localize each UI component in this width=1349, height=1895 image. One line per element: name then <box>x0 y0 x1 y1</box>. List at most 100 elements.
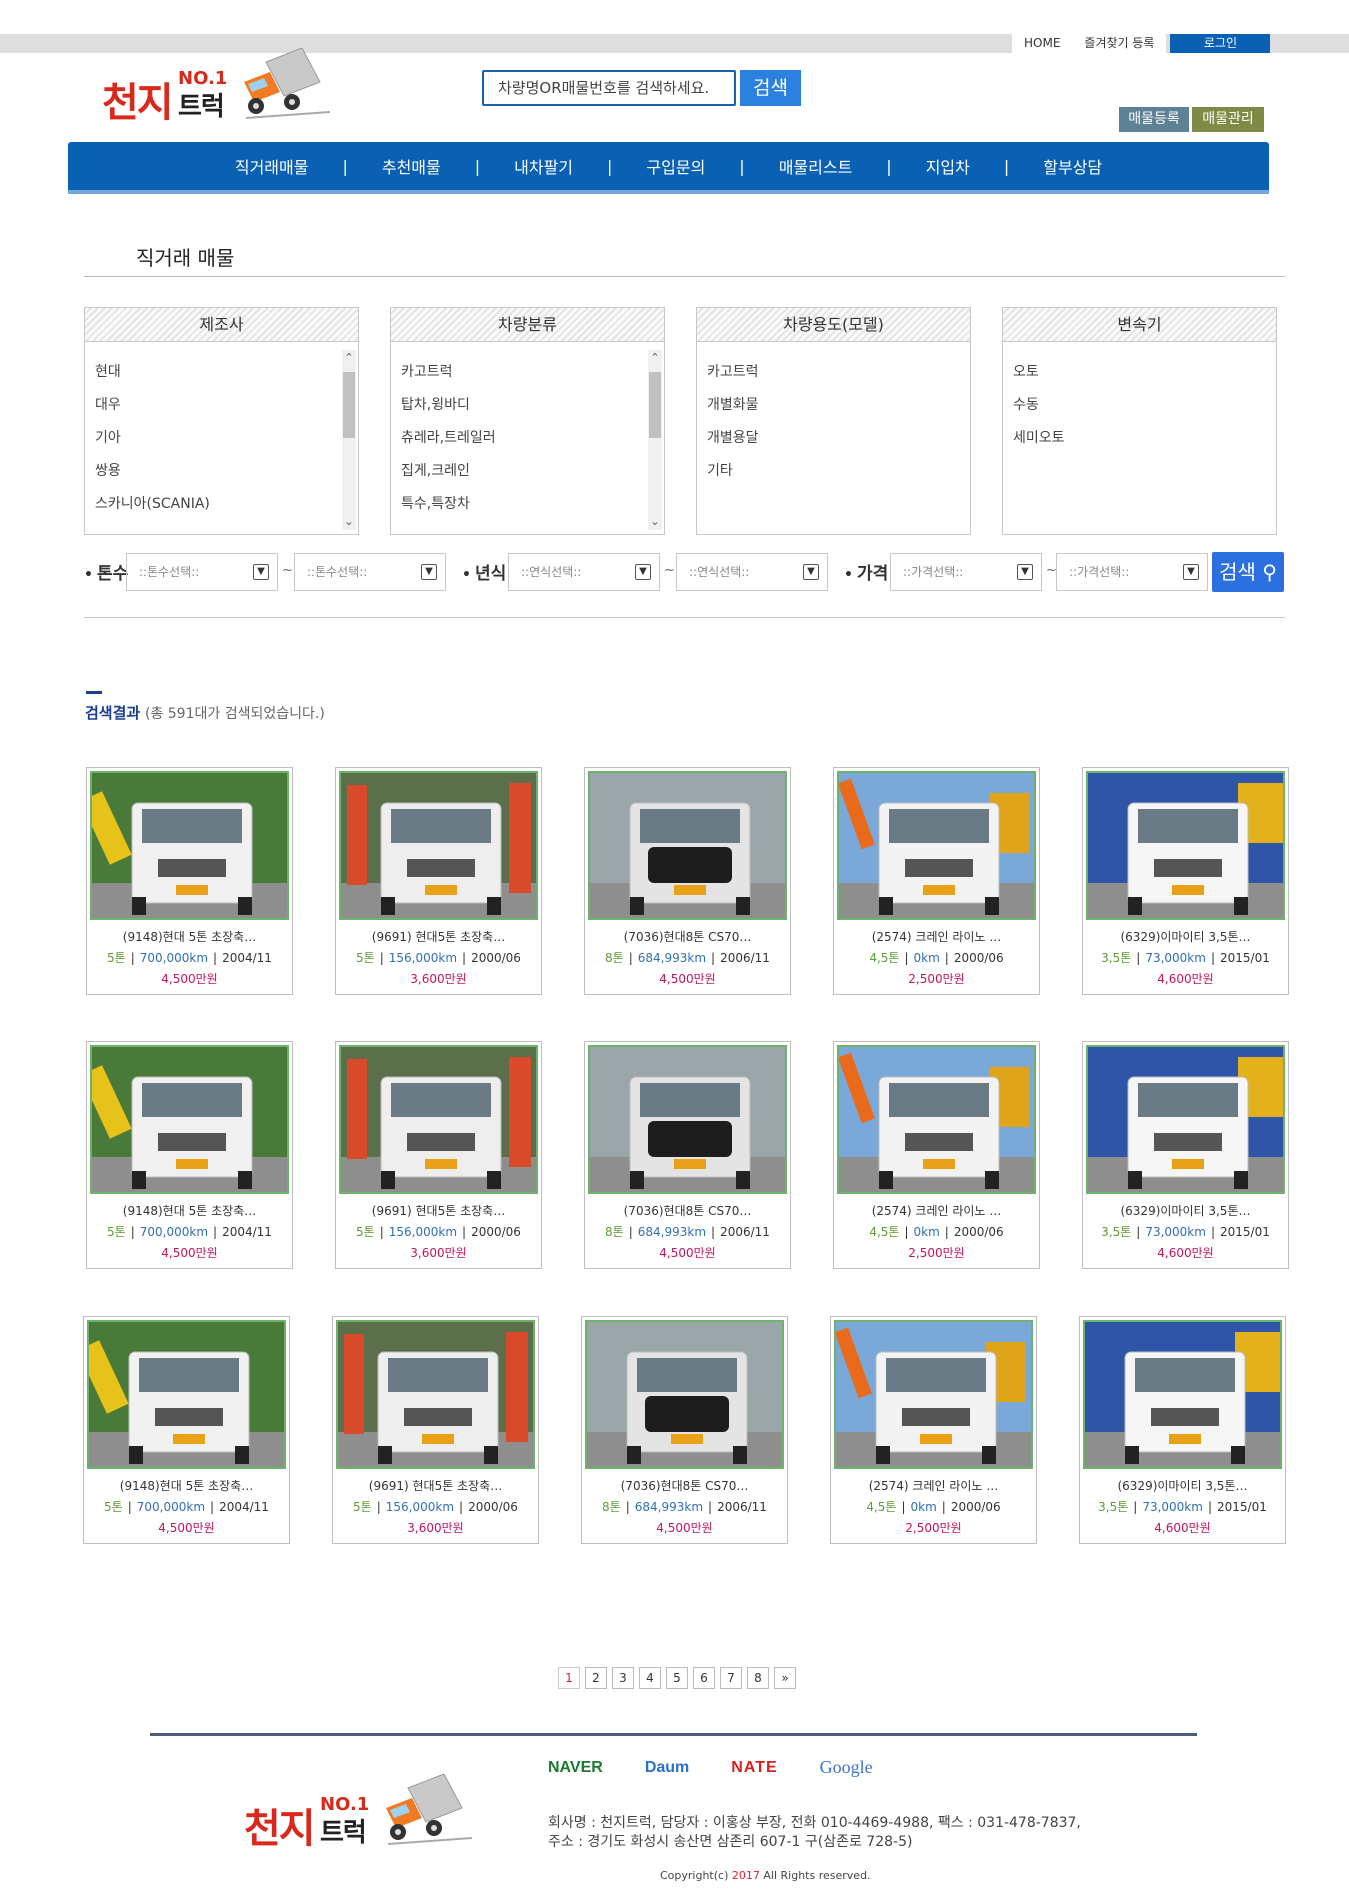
filter-option[interactable]: 대우 <box>95 389 358 422</box>
listing-card[interactable]: (9148)현대 5톤 초장축… 5톤 | 700,000km | 2004/11 4,50… <box>86 767 293 995</box>
listing-photo[interactable] <box>1086 771 1285 920</box>
search-input[interactable]: 차량명OR매물번호를 검색하세요. <box>482 70 736 106</box>
filter-option[interactable]: 기아 <box>95 422 358 455</box>
page-link[interactable]: 7 <box>720 1667 742 1689</box>
listing-card[interactable]: (7036)현대8톤 CS70… 8톤 | 684,993km | 2006/11 4,50… <box>584 767 791 995</box>
page-link[interactable]: 6 <box>693 1667 715 1689</box>
filter-option[interactable]: 집게,크레인 <box>401 455 664 488</box>
manage-listing-button[interactable]: 매물관리 <box>1192 107 1264 132</box>
scrollbar-thumb[interactable] <box>343 372 355 438</box>
listing-card[interactable]: (2574) 크레인 라이노 … 4,5톤 | 0km | 2000/06 2,500만원 <box>833 767 1040 995</box>
price-to-select[interactable]: ::가격선택:: ▼ <box>1056 553 1208 591</box>
scrollbar[interactable]: ⌃ ⌄ <box>342 350 356 530</box>
filter-option[interactable]: 기타 <box>707 455 970 488</box>
listing-card[interactable]: (6329)이마이티 3,5톤… 3,5톤 | 73,000km | 2015/01 4,6… <box>1079 1316 1286 1544</box>
listing-photo[interactable] <box>834 1320 1033 1469</box>
page-link[interactable]: 4 <box>639 1667 661 1689</box>
filter-option[interactable]: 개별용달 <box>707 422 970 455</box>
filter-search-button[interactable]: 검색 ⚲ <box>1212 552 1284 592</box>
listing-photo[interactable] <box>336 1320 535 1469</box>
google-link[interactable]: Google <box>820 1757 873 1778</box>
price-from-select[interactable]: ::가격선택:: ▼ <box>890 553 1042 591</box>
listing-name[interactable]: (6329)이마이티 3,5톤… <box>1080 1477 1285 1494</box>
listing-name[interactable]: (9691) 현대5톤 초장축… <box>336 1202 541 1219</box>
year-to-select[interactable]: ::연식선택:: ▼ <box>676 553 828 591</box>
scrollbar[interactable]: ⌃ ⌄ <box>648 350 662 530</box>
scrollbar-thumb[interactable] <box>649 372 661 438</box>
listing-card[interactable]: (9691) 현대5톤 초장축… 5톤 | 156,000km | 2000/06 3,60… <box>335 1041 542 1269</box>
listing-name[interactable]: (2574) 크레인 라이노 … <box>834 928 1039 945</box>
nav-item[interactable]: 구입문의 <box>646 154 705 178</box>
year-from-select[interactable]: ::연식선택:: ▼ <box>508 553 660 591</box>
nav-item[interactable]: 지입차 <box>926 154 970 178</box>
scroll-up-icon[interactable]: ⌃ <box>648 350 662 366</box>
listing-card[interactable]: (7036)현대8톤 CS70… 8톤 | 684,993km | 2006/11 4,50… <box>581 1316 788 1544</box>
register-listing-button[interactable]: 매물등록 <box>1119 107 1189 132</box>
login-button[interactable]: 로그인 <box>1170 34 1271 53</box>
listing-photo[interactable] <box>90 1045 289 1194</box>
listing-name[interactable]: (2574) 크레인 라이노 … <box>834 1202 1039 1219</box>
listing-card[interactable]: (9691) 현대5톤 초장축… 5톤 | 156,000km | 2000/06 3,60… <box>332 1316 539 1544</box>
scroll-down-icon[interactable]: ⌄ <box>342 514 356 530</box>
filter-option[interactable]: 세미오토 <box>1013 422 1276 455</box>
listing-photo[interactable] <box>837 1045 1036 1194</box>
listing-name[interactable]: (6329)이마이티 3,5톤… <box>1083 928 1288 945</box>
next-page-icon[interactable]: » <box>774 1667 796 1689</box>
listing-name[interactable]: (6329)이마이티 3,5톤… <box>1083 1202 1288 1219</box>
page-link[interactable]: 3 <box>612 1667 634 1689</box>
listing-photo[interactable] <box>588 771 787 920</box>
scroll-down-icon[interactable]: ⌄ <box>648 514 662 530</box>
listing-name[interactable]: (9691) 현대5톤 초장축… <box>336 928 541 945</box>
filter-option[interactable]: 스카니아(SCANIA) <box>95 488 358 521</box>
listing-name[interactable]: (2574) 크레인 라이노 … <box>831 1477 1036 1494</box>
listing-name[interactable]: (9148)현대 5톤 초장축… <box>87 1202 292 1219</box>
listing-card[interactable]: (9148)현대 5톤 초장축… 5톤 | 700,000km | 2004/11 4,50… <box>83 1316 290 1544</box>
listing-name[interactable]: (7036)현대8톤 CS70… <box>585 928 790 945</box>
naver-link[interactable]: NAVER <box>548 1759 603 1777</box>
tonnage-from-select[interactable]: ::톤수선택:: ▼ <box>126 553 278 591</box>
page-link[interactable]: 2 <box>585 1667 607 1689</box>
listing-photo[interactable] <box>1086 1045 1285 1194</box>
nav-item[interactable]: 추천매물 <box>382 154 441 178</box>
filter-option[interactable]: 카고트럭 <box>401 356 664 389</box>
listing-card[interactable]: (2574) 크레인 라이노 … 4,5톤 | 0km | 2000/06 2,500만원 <box>833 1041 1040 1269</box>
search-button[interactable]: 검색 <box>740 70 801 106</box>
nav-item[interactable]: 할부상담 <box>1043 154 1102 178</box>
filter-option[interactable]: 츄레라,트레일러 <box>401 422 664 455</box>
bookmark-link[interactable]: 즐겨찾기 등록 <box>1072 34 1167 53</box>
listing-photo[interactable] <box>339 771 538 920</box>
filter-option[interactable]: 수동 <box>1013 389 1276 422</box>
filter-option[interactable]: 오토 <box>1013 356 1276 389</box>
listing-card[interactable]: (2574) 크레인 라이노 … 4,5톤 | 0km | 2000/06 2,500만원 <box>830 1316 1037 1544</box>
filter-option[interactable]: 특수,특장차 <box>401 488 664 521</box>
listing-name[interactable]: (7036)현대8톤 CS70… <box>582 1477 787 1494</box>
filter-option[interactable]: 탑차,윙바디 <box>401 389 664 422</box>
filter-option[interactable]: 개별화물 <box>707 389 970 422</box>
nav-item[interactable]: 내차팔기 <box>514 154 573 178</box>
listing-card[interactable]: (9148)현대 5톤 초장축… 5톤 | 700,000km | 2004/11 4,50… <box>86 1041 293 1269</box>
nav-item[interactable]: 직거래매물 <box>235 154 309 178</box>
listing-name[interactable]: (7036)현대8톤 CS70… <box>585 1202 790 1219</box>
listing-name[interactable]: (9691) 현대5톤 초장축… <box>333 1477 538 1494</box>
nate-link[interactable]: NATE <box>731 1759 777 1777</box>
listing-card[interactable]: (7036)현대8톤 CS70… 8톤 | 684,993km | 2006/11 4,50… <box>584 1041 791 1269</box>
listing-photo[interactable] <box>90 771 289 920</box>
listing-photo[interactable] <box>588 1045 787 1194</box>
page-link[interactable]: 5 <box>666 1667 688 1689</box>
nav-item[interactable]: 매물리스트 <box>779 154 853 178</box>
listing-name[interactable]: (9148)현대 5톤 초장축… <box>84 1477 289 1494</box>
home-link[interactable]: HOME <box>1012 34 1073 53</box>
listing-card[interactable]: (9691) 현대5톤 초장축… 5톤 | 156,000km | 2000/06 3,60… <box>335 767 542 995</box>
filter-option[interactable]: 카고트럭 <box>707 356 970 389</box>
listing-photo[interactable] <box>1083 1320 1282 1469</box>
page-link[interactable]: 1 <box>558 1667 580 1689</box>
listing-name[interactable]: (9148)현대 5톤 초장축… <box>87 928 292 945</box>
tonnage-to-select[interactable]: ::톤수선택:: ▼ <box>294 553 446 591</box>
listing-card[interactable]: (6329)이마이티 3,5톤… 3,5톤 | 73,000km | 2015/01 4,6… <box>1082 1041 1289 1269</box>
page-link[interactable]: 8 <box>747 1667 769 1689</box>
listing-photo[interactable] <box>339 1045 538 1194</box>
listing-card[interactable]: (6329)이마이티 3,5톤… 3,5톤 | 73,000km | 2015/01 4,6… <box>1082 767 1289 995</box>
scroll-up-icon[interactable]: ⌃ <box>342 350 356 366</box>
listing-photo[interactable] <box>585 1320 784 1469</box>
filter-option[interactable]: 현대 <box>95 356 358 389</box>
